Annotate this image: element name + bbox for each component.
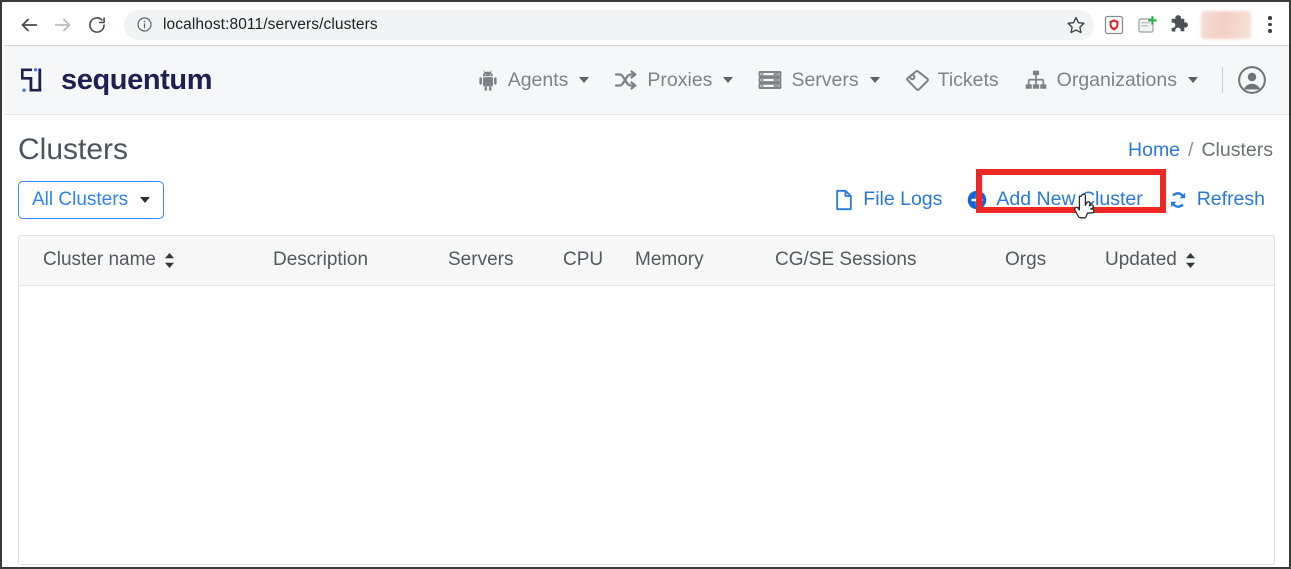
sort-arrows-icon bbox=[1185, 252, 1195, 268]
table-empty-cell bbox=[19, 285, 1274, 538]
arrow-right-icon bbox=[54, 18, 71, 31]
address-bar[interactable]: localhost:8011/servers/clusters bbox=[124, 9, 1094, 40]
chevron-down-icon bbox=[869, 77, 880, 83]
ticket-icon bbox=[905, 69, 929, 91]
chevron-down-icon bbox=[1188, 77, 1198, 83]
back-button[interactable] bbox=[12, 8, 46, 42]
column-header-servers: Servers bbox=[448, 236, 563, 286]
nav-item-tickets[interactable]: Tickets bbox=[892, 68, 1011, 92]
chevron-down-icon bbox=[723, 77, 734, 83]
shield-extension-icon[interactable] bbox=[1102, 13, 1126, 37]
browser-toolbar: localhost:8011/servers/clusters bbox=[4, 4, 1289, 46]
server-stack-icon bbox=[758, 71, 782, 89]
table-empty-row bbox=[19, 285, 1274, 538]
column-label: Orgs bbox=[1005, 249, 1047, 270]
table-header-row: Cluster name Description Servers CPU Mem… bbox=[19, 236, 1274, 286]
sitemap-icon bbox=[1025, 70, 1047, 89]
column-label: Servers bbox=[448, 249, 514, 270]
chevron-down-icon bbox=[140, 196, 151, 203]
clusters-table-card: Cluster name Description Servers CPU Mem… bbox=[18, 235, 1275, 565]
column-header-cgse-sessions: CG/SE Sessions bbox=[775, 236, 1005, 286]
column-header-cluster-name[interactable]: Cluster name bbox=[19, 236, 273, 286]
brand-logo[interactable]: sequentum bbox=[18, 64, 212, 96]
breadcrumb: Home / Clusters bbox=[1128, 139, 1273, 162]
nav-item-agents[interactable]: Agents bbox=[464, 68, 602, 92]
nav-item-label: Proxies bbox=[647, 68, 713, 91]
column-label: Updated bbox=[1105, 249, 1177, 270]
reload-icon bbox=[89, 16, 105, 33]
file-document-icon bbox=[836, 189, 852, 211]
url-text: localhost:8011/servers/clusters bbox=[163, 15, 378, 33]
column-label: CG/SE Sessions bbox=[775, 249, 917, 270]
column-label: Memory bbox=[635, 249, 704, 270]
extension-icons bbox=[1102, 10, 1257, 39]
column-label: CPU bbox=[563, 249, 604, 270]
star-icon[interactable] bbox=[1066, 15, 1086, 35]
nav-divider bbox=[1222, 67, 1223, 93]
android-robot-icon bbox=[479, 70, 497, 91]
nav-item-label: Tickets bbox=[937, 68, 999, 91]
column-header-memory: Memory bbox=[635, 236, 775, 286]
nav-item-label: Agents bbox=[507, 68, 569, 91]
puzzle-extensions-icon[interactable] bbox=[1168, 13, 1192, 37]
column-label: Cluster name bbox=[43, 249, 156, 270]
nav-item-organizations[interactable]: Organizations bbox=[1011, 68, 1210, 92]
column-header-orgs: Orgs bbox=[1005, 236, 1105, 286]
column-label: Description bbox=[273, 249, 369, 270]
sort-arrows-icon bbox=[165, 252, 174, 268]
forward-button[interactable] bbox=[46, 8, 80, 42]
browser-window: localhost:8011/servers/clusters sequentu… bbox=[0, 0, 1291, 569]
file-logs-button[interactable]: File Logs bbox=[823, 188, 952, 212]
breadcrumb-home-link[interactable]: Home bbox=[1128, 139, 1180, 162]
clusters-table: Cluster name Description Servers CPU Mem… bbox=[19, 236, 1274, 538]
toolbar: All Clusters File Logs Add New Cluster R… bbox=[4, 165, 1289, 219]
all-clusters-filter-button[interactable]: All Clusters bbox=[18, 181, 165, 219]
reload-button[interactable] bbox=[80, 8, 114, 42]
nav-item-label: Organizations bbox=[1056, 68, 1177, 91]
toolbar-actions: File Logs Add New Cluster Refresh bbox=[823, 188, 1275, 212]
page-content: Clusters Home / Clusters All Clusters Fi… bbox=[4, 115, 1289, 565]
profile-avatar[interactable] bbox=[1201, 10, 1251, 39]
page-header: Clusters Home / Clusters bbox=[4, 115, 1289, 166]
refresh-button[interactable]: Refresh bbox=[1157, 189, 1275, 211]
nav-menu: Agents Proxies Servers Tickets Organizat… bbox=[464, 65, 1289, 95]
app-navbar: sequentum Agents Proxies Servers Tickets… bbox=[4, 46, 1289, 115]
brand-name: sequentum bbox=[61, 63, 213, 96]
refresh-label: Refresh bbox=[1196, 188, 1265, 211]
nav-item-label: Servers bbox=[791, 68, 859, 91]
nav-item-servers[interactable]: Servers bbox=[745, 69, 891, 92]
page-title: Clusters bbox=[18, 133, 129, 166]
file-logs-label: File Logs bbox=[863, 188, 943, 211]
sequentum-logo-icon bbox=[21, 68, 42, 92]
browser-menu-button[interactable] bbox=[1257, 11, 1283, 39]
all-clusters-filter-label: All Clusters bbox=[32, 189, 129, 210]
column-header-cpu: CPU bbox=[563, 236, 635, 286]
arrow-left-icon bbox=[21, 18, 38, 31]
table-header: Cluster name Description Servers CPU Mem… bbox=[19, 236, 1274, 286]
plus-circle-icon bbox=[968, 190, 987, 210]
user-circle-icon[interactable] bbox=[1237, 65, 1267, 95]
three-dot-menu-icon bbox=[1268, 16, 1272, 20]
info-circle-icon[interactable] bbox=[136, 16, 153, 33]
add-new-cluster-button[interactable]: Add New Cluster bbox=[952, 189, 1156, 211]
breadcrumb-current: Clusters bbox=[1201, 138, 1273, 161]
nav-item-proxies[interactable]: Proxies bbox=[601, 68, 745, 92]
shuffle-arrows-icon bbox=[615, 70, 637, 90]
breadcrumb-separator: / bbox=[1188, 138, 1194, 161]
chevron-down-icon bbox=[579, 77, 590, 83]
table-body-empty bbox=[19, 285, 1274, 538]
column-header-updated[interactable]: Updated bbox=[1105, 236, 1274, 286]
add-new-cluster-label: Add New Cluster bbox=[996, 188, 1143, 211]
column-header-description: Description bbox=[273, 236, 448, 286]
refresh-sync-icon bbox=[1170, 192, 1185, 208]
add-extension-icon[interactable] bbox=[1135, 13, 1159, 37]
